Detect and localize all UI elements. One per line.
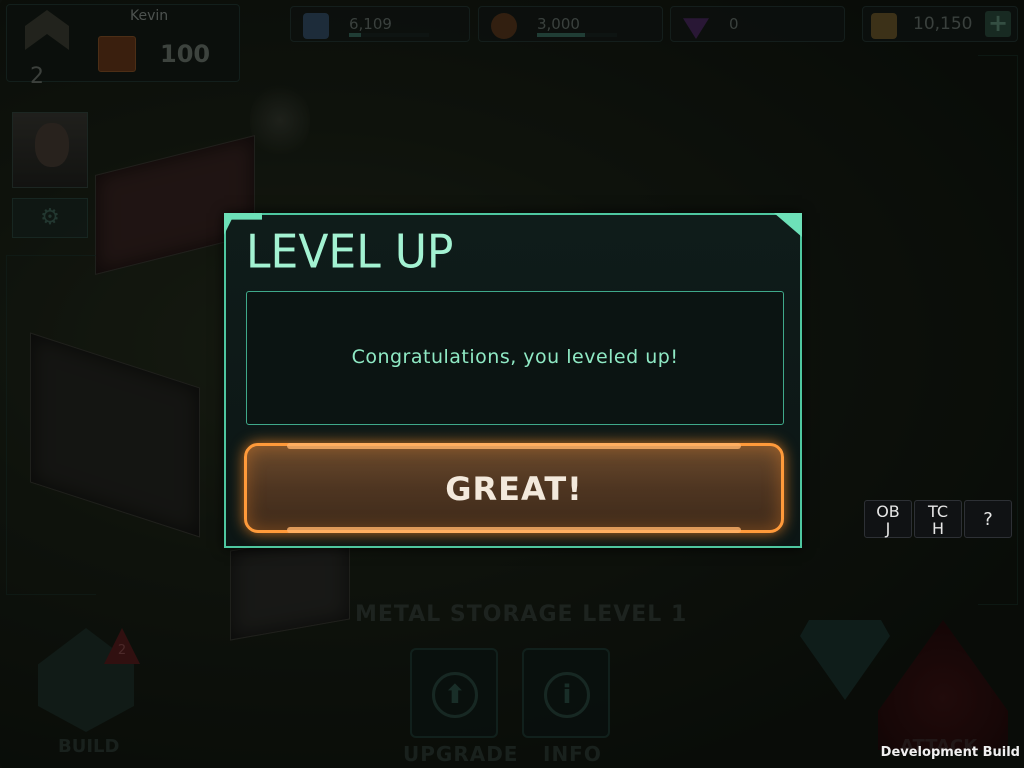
button-rim bbox=[287, 443, 741, 449]
debug-tch-label: TC H bbox=[927, 502, 948, 538]
debug-tch-button[interactable]: TC H bbox=[914, 500, 962, 538]
dialog-message: Congratulations, you leveled up! bbox=[351, 346, 679, 368]
dialog-title: LEVEL UP bbox=[246, 225, 454, 280]
button-rim bbox=[287, 527, 741, 533]
development-build-label: Development Build bbox=[880, 745, 1020, 760]
level-up-dialog: LEVEL UP Congratulations, you leveled up… bbox=[224, 213, 802, 548]
debug-help-button[interactable]: ? bbox=[964, 500, 1012, 538]
debug-obj-button[interactable]: OB J bbox=[864, 500, 912, 538]
great-button[interactable]: GREAT! bbox=[244, 443, 784, 533]
message-box: Congratulations, you leveled up! bbox=[246, 291, 784, 425]
great-button-label: GREAT! bbox=[445, 470, 583, 508]
corner-accent-icon bbox=[774, 213, 802, 237]
debug-obj-label: OB J bbox=[876, 502, 900, 538]
